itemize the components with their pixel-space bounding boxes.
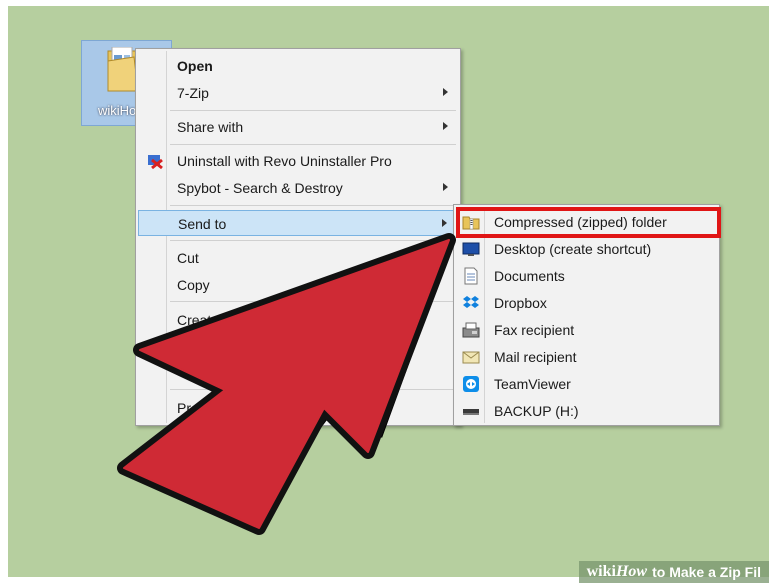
banner-how-text: How <box>615 563 648 580</box>
menu-separator <box>170 205 456 206</box>
mail-icon <box>462 351 480 364</box>
menu-item-send-to[interactable]: Send to <box>138 210 458 236</box>
highlight-callout-box <box>456 207 721 238</box>
revo-uninstaller-icon <box>148 155 163 170</box>
menu-item-7zip[interactable]: 7-Zip <box>138 80 458 106</box>
menu-gutter <box>166 51 167 423</box>
fax-icon <box>462 322 480 338</box>
menu-item-cut[interactable]: Cut <box>138 245 458 271</box>
menu-item-share-with[interactable]: Share with <box>138 114 458 140</box>
submenu-item-mail[interactable]: Mail recipient <box>456 344 717 370</box>
documents-icon <box>464 267 478 285</box>
menu-item-label: Open <box>177 58 213 74</box>
submenu-item-label: TeamViewer <box>494 376 571 392</box>
dropbox-icon <box>463 296 479 308</box>
submenu-item-label: Documents <box>494 268 565 284</box>
submenu-item-teamviewer[interactable]: TeamViewer <box>456 371 717 397</box>
submenu-item-label: Dropbox <box>494 295 547 311</box>
menu-item-label: Properti <box>177 400 227 416</box>
menu-separator <box>170 144 456 145</box>
submenu-item-dropbox[interactable]: Dropbox <box>456 290 717 316</box>
submenu-item-label: Mail recipient <box>494 349 577 365</box>
submenu-item-backup-drive[interactable]: BACKUP (H:) <box>456 398 717 424</box>
submenu-arrow-icon <box>443 183 448 191</box>
menu-item-spybot[interactable]: Spybot - Search & Destroy <box>138 175 458 201</box>
submenu-arrow-icon <box>443 122 448 130</box>
submenu-item-desktop[interactable]: Desktop (create shortcut) <box>456 236 717 262</box>
menu-separator <box>170 389 456 390</box>
banner-wiki-text: wiki <box>586 563 616 580</box>
submenu-item-label: BACKUP (H:) <box>494 403 579 419</box>
submenu-item-documents[interactable]: Documents <box>456 263 717 289</box>
menu-item-label: Spybot - Search & Destroy <box>177 180 343 196</box>
menu-separator <box>170 240 456 241</box>
menu-item-label: Create sh <box>177 312 238 328</box>
banner-title: to Make a Zip Fil <box>652 564 761 580</box>
menu-item-create-shortcut[interactable]: Create sh <box>138 307 458 333</box>
menu-item-label: Copy <box>177 277 210 293</box>
folder-label: wikiHo <box>98 103 137 118</box>
menu-item-label: Send to <box>178 216 227 232</box>
submenu-arrow-icon <box>443 88 448 96</box>
submenu-item-fax[interactable]: Fax recipient <box>456 317 717 343</box>
menu-item-properties[interactable]: Properti <box>138 395 458 421</box>
submenu-item-label: Desktop (create shortcut) <box>494 241 652 257</box>
context-menu: Open 7-Zip Share with Uninstall with Rev… <box>135 48 461 426</box>
menu-item-open[interactable]: Open <box>138 53 458 79</box>
menu-item-revo-uninstaller[interactable]: Uninstall with Revo Uninstaller Pro <box>138 148 458 174</box>
submenu-item-label: Fax recipient <box>494 322 575 338</box>
menu-item-label: 7-Zip <box>177 85 209 101</box>
menu-separator <box>170 301 456 302</box>
menu-item-label: Uninstall with Revo Uninstaller Pro <box>177 153 392 169</box>
menu-item-copy[interactable]: Copy <box>138 272 458 298</box>
wikihow-banner: wiki How to Make a Zip Fil <box>578 561 769 583</box>
menu-separator <box>170 110 456 111</box>
drive-icon <box>463 409 479 415</box>
menu-item-label: Cut <box>177 250 199 266</box>
submenu-arrow-icon <box>442 219 447 227</box>
menu-item-label: Share with <box>177 119 244 135</box>
desktop-icon <box>462 242 480 256</box>
teamviewer-icon <box>463 376 479 392</box>
